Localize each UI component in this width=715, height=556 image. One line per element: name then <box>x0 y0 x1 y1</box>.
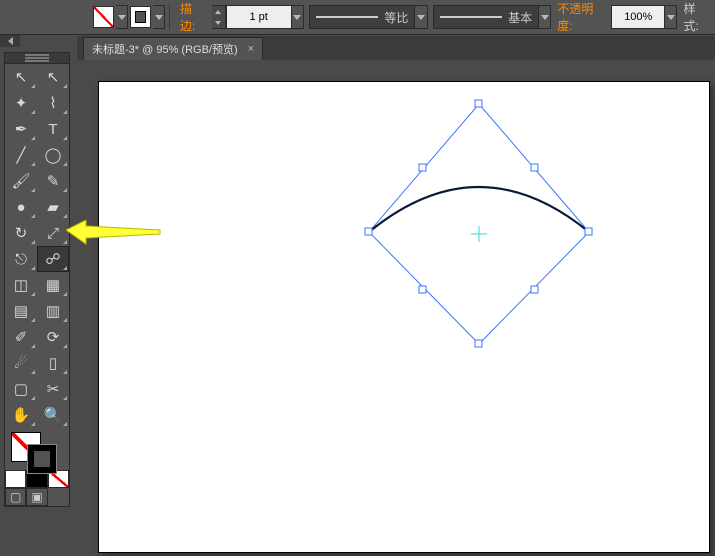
pencil-tool[interactable]: ✎ <box>37 168 69 194</box>
zoom-tool[interactable]: 🔍 <box>37 402 69 428</box>
gradient-tool[interactable]: ▥ <box>37 298 69 324</box>
paintbrush-tool[interactable]: 🖌 <box>5 168 37 194</box>
hand-tool[interactable]: ✋ <box>5 402 37 428</box>
line-tool[interactable]: ╱ <box>5 142 37 168</box>
opacity-label[interactable]: 不透明度: <box>551 0 611 34</box>
document-tabstrip: 未标题-3* @ 95% (RGB/预览) × <box>77 36 715 60</box>
document-tab-title: 未标题-3* @ 95% (RGB/预览) <box>92 41 238 57</box>
fill-swatch[interactable] <box>93 6 114 28</box>
stroke-weight-stepper[interactable] <box>212 5 226 29</box>
control-bar: 描边: 1 pt 等比 基本 不透明度: 100% 样式: <box>0 0 715 35</box>
close-tab-icon[interactable]: × <box>248 43 254 55</box>
scale-tool[interactable]: ⤢ <box>37 220 69 246</box>
dash-profile-combo[interactable]: 等比 <box>309 5 415 29</box>
direct-selection-tool[interactable]: ↖ <box>37 64 69 90</box>
artboard-tool[interactable]: ▢ <box>5 376 37 402</box>
fill-dropdown[interactable] <box>116 5 128 29</box>
ellipse-tool[interactable]: ◯ <box>37 142 69 168</box>
symbol-sprayer-tool[interactable]: ☄ <box>5 350 37 376</box>
dash-profile-label: 等比 <box>384 9 408 26</box>
stroke-swatch[interactable] <box>130 6 151 28</box>
toolbox: ↖↖✦⌇✒T╱◯🖌✎●▰↻⤢⎋☍◫▦▤▥✐⟳☄▯▢✂✋🔍 ▢ ▣ <box>4 52 70 507</box>
pen-tool[interactable]: ✒ <box>5 116 37 142</box>
live-paint-tool[interactable]: ▦ <box>37 272 69 298</box>
stroke-label[interactable]: 描边: <box>174 0 212 34</box>
width-tool[interactable]: ⎋ <box>5 246 37 272</box>
screen-mode-normal[interactable]: ▢ <box>5 488 26 506</box>
stroke-weight-field[interactable]: 1 pt <box>226 5 292 29</box>
stroke-indicator[interactable] <box>27 444 57 474</box>
rotate-tool[interactable]: ↻ <box>5 220 37 246</box>
column-graph-tool[interactable]: ▯ <box>37 350 69 376</box>
dash-profile-dropdown[interactable] <box>415 5 427 29</box>
opacity-dropdown[interactable] <box>665 5 677 29</box>
blob-brush-tool[interactable]: ● <box>5 194 37 220</box>
stroke-dropdown[interactable] <box>153 5 165 29</box>
eyedropper-tool[interactable]: ✐ <box>5 324 37 350</box>
opacity-field[interactable]: 100% <box>611 5 665 29</box>
free-transform-tool[interactable]: ☍ <box>37 246 69 272</box>
type-tool[interactable]: T <box>37 116 69 142</box>
fill-stroke-control[interactable] <box>5 428 69 470</box>
document-tab[interactable]: 未标题-3* @ 95% (RGB/预览) × <box>83 37 263 60</box>
stroke-weight-dropdown[interactable] <box>292 5 304 29</box>
shape-builder-tool[interactable]: ◫ <box>5 272 37 298</box>
brush-profile-combo[interactable]: 基本 <box>433 5 539 29</box>
slice-tool[interactable]: ✂ <box>37 376 69 402</box>
eraser-tool[interactable]: ▰ <box>37 194 69 220</box>
artwork-overlay <box>99 82 709 552</box>
blend-tool[interactable]: ⟳ <box>37 324 69 350</box>
brush-profile-dropdown[interactable] <box>539 5 551 29</box>
lasso-tool[interactable]: ⌇ <box>37 90 69 116</box>
color-mode-solid[interactable] <box>5 470 26 488</box>
screen-mode-full[interactable]: ▣ <box>26 488 47 506</box>
selection-tool[interactable]: ↖ <box>5 64 37 90</box>
panel-collapse-toggle[interactable] <box>0 35 20 47</box>
canvas-area <box>77 60 715 556</box>
toolbox-grip[interactable] <box>5 53 69 64</box>
magic-wand-tool[interactable]: ✦ <box>5 90 37 116</box>
brush-profile-label: 基本 <box>508 9 532 26</box>
mesh-tool[interactable]: ▤ <box>5 298 37 324</box>
style-label: 样式: <box>677 0 715 34</box>
